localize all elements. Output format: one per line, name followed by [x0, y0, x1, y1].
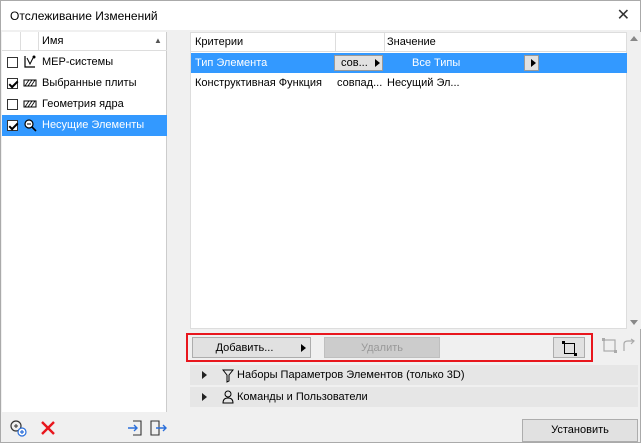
filter-item-mep[interactable]: MEP-системы — [2, 52, 167, 73]
sort-icon[interactable]: ▲ — [154, 36, 162, 45]
filter-list: Имя ▲ MEP-системы Выбранные плиты Геомет… — [2, 32, 167, 412]
filter-item-label: MEP-системы — [42, 56, 114, 68]
element-parameter-sets-section[interactable]: Наборы Параметров Элементов (только 3D) — [190, 365, 638, 385]
hatch-icon — [23, 79, 37, 87]
install-button[interactable]: Установить — [522, 419, 638, 442]
filter-checkbox[interactable] — [7, 99, 18, 110]
add-criterion-button[interactable]: Добавить... — [192, 337, 311, 358]
criterion-name: Конструктивная Функция — [195, 77, 322, 89]
user-icon — [222, 390, 234, 404]
mep-icon — [24, 55, 36, 68]
criteria-toolbar: Добавить... Удалить — [186, 333, 593, 362]
hatch-icon — [23, 100, 37, 108]
close-icon[interactable]: ✕ — [617, 5, 630, 25]
criteria-row-structural-function[interactable]: Конструктивная Функция совпад... Несущий… — [191, 73, 628, 93]
marquee-button[interactable] — [553, 337, 585, 358]
criterion-value: Все Типы — [412, 57, 461, 69]
structural-icon — [24, 119, 37, 132]
criteria-scrollbar[interactable] — [627, 32, 641, 329]
value-dropdown[interactable] — [524, 55, 539, 71]
filter-item-load-bearing[interactable]: Несущие Элементы — [2, 115, 167, 136]
filter-checkbox[interactable] — [7, 78, 18, 89]
scroll-down-icon[interactable] — [630, 320, 638, 325]
undo-icon[interactable] — [621, 338, 637, 354]
window-title: Отслеживание Изменений — [10, 9, 158, 23]
filter-icon — [222, 369, 234, 383]
operator-dropdown[interactable]: сов... — [334, 55, 383, 71]
filter-item-label: Геометрия ядра — [42, 98, 124, 110]
criterion-operator[interactable]: совпад... — [337, 77, 382, 89]
marquee-select-icon[interactable] — [602, 338, 618, 354]
filter-checkbox[interactable] — [7, 57, 18, 68]
delete-icon[interactable] — [39, 419, 57, 437]
section-label: Наборы Параметров Элементов (только 3D) — [237, 369, 465, 381]
section-label: Команды и Пользователи — [237, 391, 368, 403]
marquee-icon — [562, 341, 577, 356]
scroll-up-icon[interactable] — [630, 36, 638, 41]
filter-list-header: Имя ▲ — [2, 32, 167, 51]
filter-list-toolbar — [1, 412, 167, 443]
column-header-criteria[interactable]: Критерии — [195, 36, 243, 48]
export-icon[interactable] — [149, 419, 167, 437]
criteria-table: Критерии Значение Тип Элемента сов... Вс… — [190, 32, 628, 329]
commands-users-section[interactable]: Команды и Пользователи — [190, 387, 638, 407]
criterion-value[interactable]: Несущий Эл... — [387, 77, 460, 89]
chevron-right-icon — [301, 344, 306, 352]
filter-item-label: Несущие Элементы — [42, 119, 145, 131]
title-bar: Отслеживание Изменений ✕ — [0, 0, 641, 30]
filter-item-core-geometry[interactable]: Геометрия ядра — [2, 94, 167, 115]
column-header-value[interactable]: Значение — [387, 36, 436, 48]
delete-criterion-button[interactable]: Удалить — [324, 337, 440, 358]
expand-arrow-icon[interactable] — [202, 371, 207, 379]
criterion-name: Тип Элемента — [195, 57, 268, 69]
criteria-table-header: Критерии Значение — [191, 33, 628, 52]
new-filter-icon[interactable] — [9, 419, 27, 437]
dialog-body: Имя ▲ MEP-системы Выбранные плиты Геомет… — [0, 30, 641, 443]
filter-item-selected-slabs[interactable]: Выбранные плиты — [2, 73, 167, 94]
expand-arrow-icon[interactable] — [202, 393, 207, 401]
filter-checkbox[interactable] — [7, 120, 18, 131]
filter-item-label: Выбранные плиты — [42, 77, 137, 89]
import-icon[interactable] — [127, 419, 145, 437]
criteria-row-element-type[interactable]: Тип Элемента сов... Все Типы — [191, 53, 628, 73]
chevron-right-icon — [375, 59, 380, 67]
column-header-name[interactable]: Имя — [42, 35, 63, 47]
chevron-right-icon — [531, 59, 536, 67]
